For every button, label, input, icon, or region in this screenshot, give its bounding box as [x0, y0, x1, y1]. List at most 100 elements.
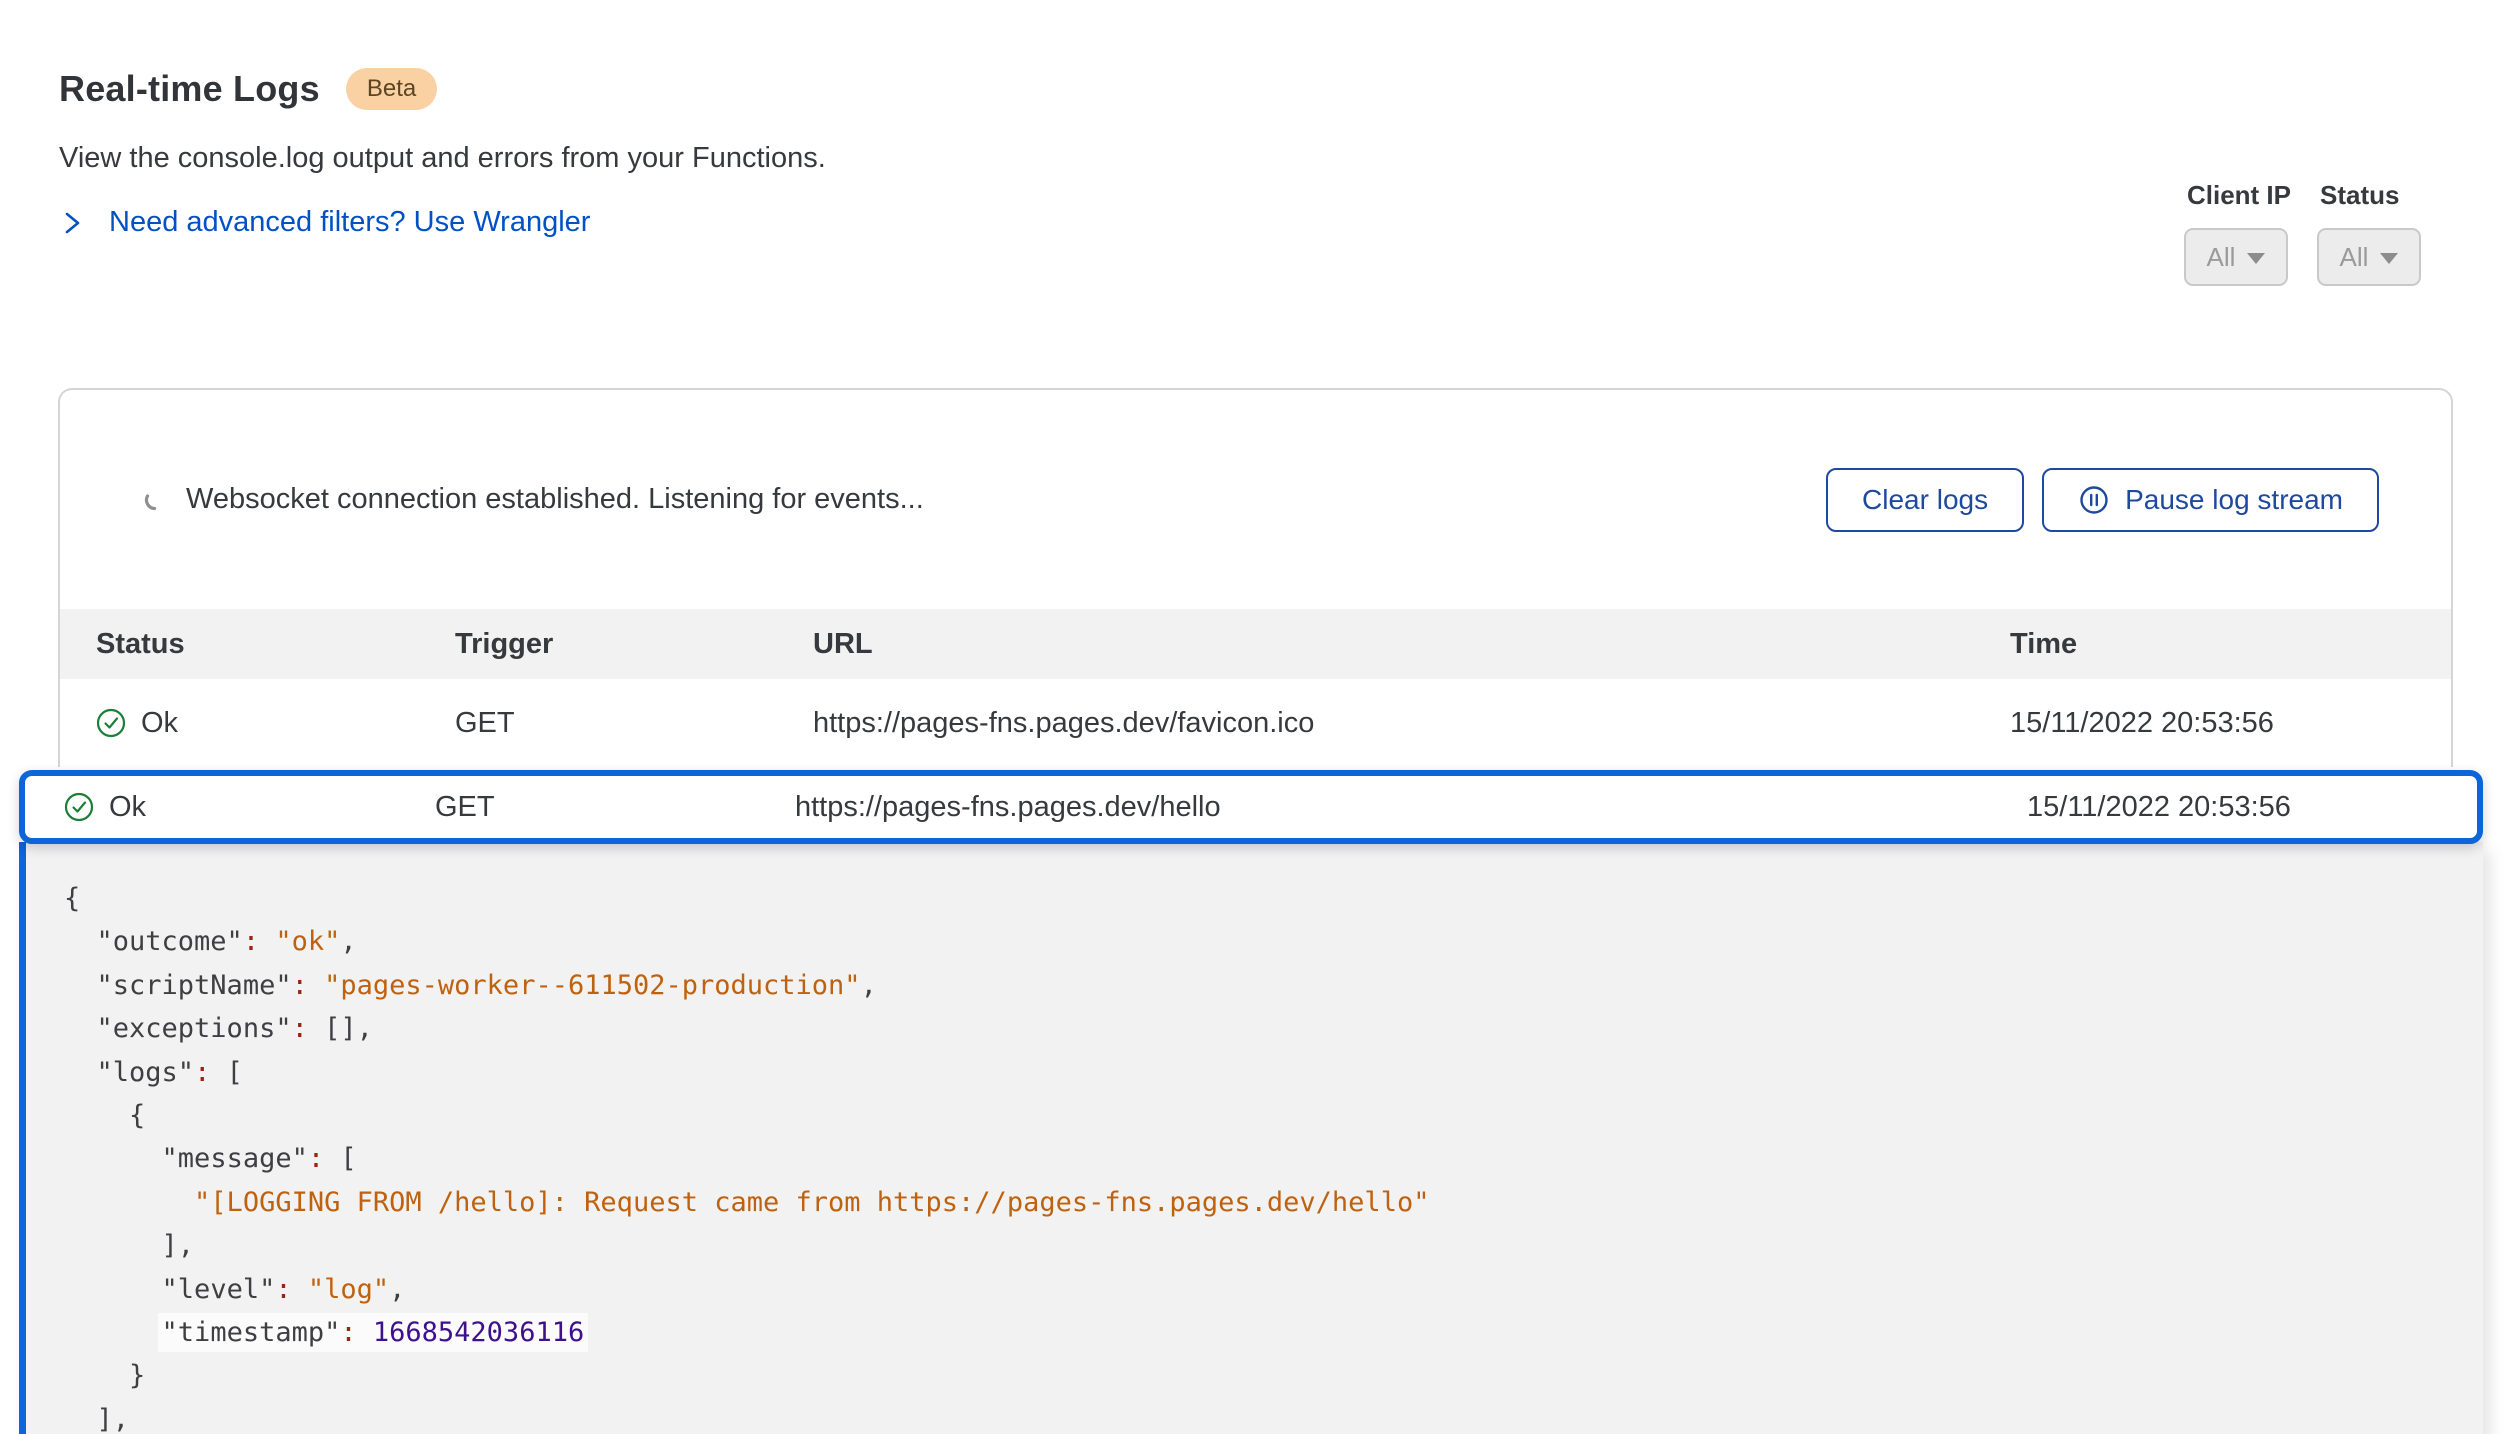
log-detail-json-panel: { "outcome": "ok", "scriptName": "pages-…: [19, 842, 2483, 1434]
spinner-icon: [142, 487, 166, 513]
url-value: https://pages-fns.pages.dev/hello: [795, 791, 2027, 824]
pause-icon: [2078, 484, 2110, 516]
code-line: {: [64, 1094, 2483, 1137]
caret-down-icon: [2380, 253, 2398, 264]
code-token: [357, 1317, 373, 1348]
code-token: [: [324, 1143, 357, 1174]
code-token: "pages-worker--611502-production": [324, 970, 860, 1001]
code-line: }: [64, 1354, 2483, 1397]
code-line: "exceptions": [],: [64, 1007, 2483, 1050]
code-token: [64, 1013, 97, 1044]
code-token: ],: [64, 1230, 194, 1261]
code-token: ,: [389, 1274, 405, 1305]
code-token: :: [292, 1013, 308, 1044]
title-row: Real-time Logs Beta: [59, 68, 2450, 110]
code-token: "message": [162, 1143, 308, 1174]
code-token: "timestamp": [162, 1317, 341, 1348]
trigger-value: GET: [435, 791, 795, 824]
caret-down-icon: [2247, 253, 2265, 264]
code-token: [: [210, 1057, 243, 1088]
table-header: Status Trigger URL Time: [60, 609, 2451, 679]
trigger-value: GET: [455, 707, 813, 740]
code-token: [64, 970, 97, 1001]
pause-log-stream-label: Pause log stream: [2125, 484, 2343, 516]
client-ip-dropdown[interactable]: All: [2184, 228, 2288, 286]
filters: Client IP All Status All: [2184, 180, 2421, 286]
time-value: 15/11/2022 20:53:56: [2027, 791, 2477, 824]
code-token: 1668542036116: [373, 1317, 584, 1348]
code-token: {: [64, 883, 80, 914]
log-panel: Websocket connection established. Listen…: [58, 388, 2453, 767]
code-line: "scriptName": "pages-worker--611502-prod…: [64, 964, 2483, 1007]
json-code: { "outcome": "ok", "scriptName": "pages-…: [64, 877, 2483, 1434]
log-row-favicon[interactable]: Ok GET https://pages-fns.pages.dev/favic…: [60, 679, 2451, 767]
code-line: "level": "log",: [64, 1268, 2483, 1311]
status-cell: Ok: [96, 707, 455, 740]
code-token: [292, 1274, 308, 1305]
code-line: "message": [: [64, 1137, 2483, 1180]
code-line: ],: [64, 1398, 2483, 1434]
column-header-url: URL: [813, 628, 2010, 661]
code-token: "logs": [97, 1057, 195, 1088]
log-row-hello-selected[interactable]: Ok GET https://pages-fns.pages.dev/hello…: [19, 770, 2483, 844]
time-value: 15/11/2022 20:53:56: [2010, 707, 2451, 740]
code-token: }: [64, 1360, 145, 1391]
client-ip-filter: Client IP All: [2184, 180, 2291, 286]
page-title: Real-time Logs: [59, 68, 320, 110]
status-filter-label: Status: [2317, 180, 2399, 211]
wrangler-link[interactable]: Need advanced filters? Use Wrangler: [109, 206, 590, 239]
chevron-right-icon[interactable]: [59, 208, 85, 238]
code-token: [64, 1317, 162, 1348]
check-circle-icon: [96, 708, 126, 738]
code-token: [],: [308, 1013, 373, 1044]
expanded-log-entry: Ok GET https://pages-fns.pages.dev/hello…: [19, 770, 2483, 1434]
code-token: "outcome": [97, 926, 243, 957]
code-token: "scriptName": [97, 970, 292, 1001]
code-token: "level": [162, 1274, 276, 1305]
check-circle-icon: [64, 792, 94, 822]
status-value: Ok: [109, 791, 146, 824]
code-line: "[LOGGING FROM /hello]: Request came fro…: [64, 1181, 2483, 1224]
clear-logs-button[interactable]: Clear logs: [1826, 468, 2024, 532]
code-token: :: [308, 1143, 324, 1174]
column-header-trigger: Trigger: [455, 628, 813, 661]
beta-badge: Beta: [346, 68, 437, 110]
page-header: Real-time Logs Beta View the console.log…: [0, 0, 2508, 239]
code-token: "log": [308, 1274, 389, 1305]
url-value: https://pages-fns.pages.dev/favicon.ico: [813, 707, 2010, 740]
code-token: ,: [340, 926, 356, 957]
pause-log-stream-button[interactable]: Pause log stream: [2042, 468, 2379, 532]
code-line: "outcome": "ok",: [64, 920, 2483, 963]
code-token: [64, 1274, 162, 1305]
status-dropdown[interactable]: All: [2317, 228, 2421, 286]
code-token: [64, 1143, 162, 1174]
column-header-time: Time: [2010, 628, 2451, 661]
client-ip-value: All: [2207, 242, 2236, 273]
code-token: :: [292, 970, 308, 1001]
code-token: "ok": [275, 926, 340, 957]
code-token: [64, 1187, 194, 1218]
status-cell: Ok: [64, 791, 435, 824]
code-token: "[LOGGING FROM /hello]: Request came fro…: [194, 1187, 1429, 1218]
client-ip-label: Client IP: [2184, 180, 2291, 211]
code-token: [308, 970, 324, 1001]
code-token: "exceptions": [97, 1013, 292, 1044]
code-token: [259, 926, 275, 957]
clear-logs-label: Clear logs: [1862, 484, 1988, 516]
status-filter-value: All: [2340, 242, 2369, 273]
code-token: :: [340, 1317, 356, 1348]
column-header-status: Status: [96, 628, 455, 661]
wrangler-filters-toggle[interactable]: Need advanced filters? Use Wrangler: [59, 206, 2450, 239]
code-token: :: [194, 1057, 210, 1088]
code-line: {: [64, 877, 2483, 920]
code-token: {: [64, 1100, 145, 1131]
code-token: :: [275, 1274, 291, 1305]
realtime-logs-page: Real-time Logs Beta View the console.log…: [0, 0, 2508, 1434]
log-toolbar: Websocket connection established. Listen…: [60, 390, 2451, 609]
code-token: :: [243, 926, 259, 957]
code-line: "logs": [: [64, 1051, 2483, 1094]
code-token: ],: [64, 1404, 129, 1434]
code-line: ],: [64, 1224, 2483, 1267]
code-token: [64, 926, 97, 957]
code-token: ,: [861, 970, 877, 1001]
